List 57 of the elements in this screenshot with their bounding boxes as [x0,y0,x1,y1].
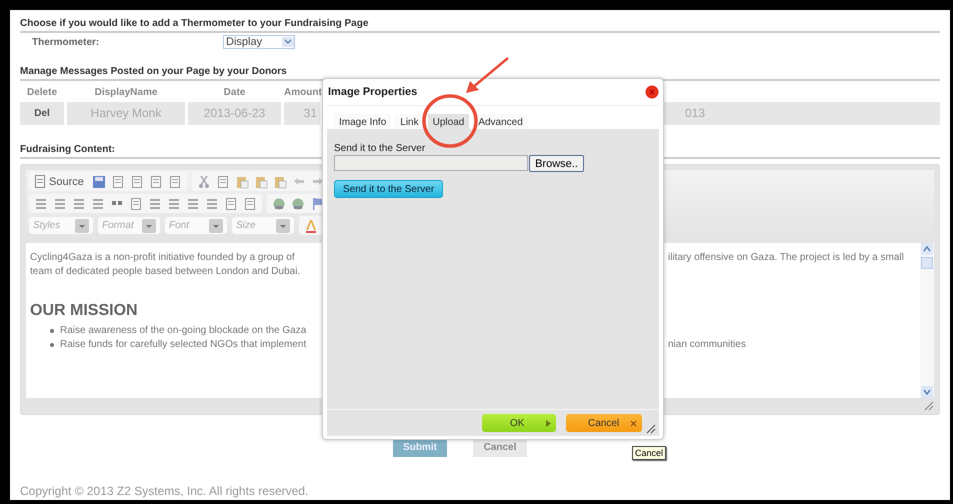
save-icon[interactable] [92,174,106,188]
caret-icon [209,218,223,232]
play-icon [546,420,551,426]
column-header: Date [222,86,246,98]
bullet-icon [50,343,54,347]
resize-grip-icon[interactable] [646,424,656,434]
section-heading: Choose if you would like to add a Thermometer to your Fundraising Page [20,13,940,33]
caret-icon [276,218,290,232]
bullet-item: Raise awareness of the on-going blockade on the Gaza [60,324,306,338]
dialog-tab[interactable]: Link [395,114,424,129]
paragraph-text: ilitary offensive on Gaza. The project is led by a small [668,251,905,265]
dialog-tab[interactable]: Image Info [334,114,392,129]
content-heading: OUR MISSION [30,304,139,318]
scrollbar-thumb[interactable] [921,257,933,269]
table-cell: 31 [284,102,320,125]
document-icon [34,175,46,188]
dialog-tab[interactable]: Upload [428,114,470,129]
paste-word-icon[interactable] [272,174,287,188]
text-color-icon[interactable] [304,218,318,232]
caret-icon [75,218,89,232]
page-icon[interactable] [110,174,125,188]
field-label: Send it to the Server [334,143,426,154]
close-icon [630,420,637,426]
column-header: DisplayName [94,86,158,98]
close-icon[interactable] [645,85,659,99]
resize-grip-icon[interactable] [924,401,934,411]
field-label: Thermometer: [32,36,100,48]
scroll-down-icon[interactable] [921,386,933,398]
dialog-title: Image Properties [328,86,418,98]
browse-button[interactable]: Browse.. [529,155,584,172]
dialog-tab[interactable]: Advanced [473,114,528,129]
caret-icon [142,218,156,232]
copyright-text: Copyright © 2013 Z2 Systems, Inc. All rights reserved. [20,484,310,498]
thermometer-select[interactable]: Display [223,35,295,49]
file-path-field[interactable] [334,155,528,171]
cut-icon[interactable] [196,174,211,188]
paragraph-text: nian communities [668,338,747,352]
flag-icon[interactable] [310,196,324,210]
bullet-item: Raise funds for carefully selected NGOs that implement [60,338,306,352]
paste-icon[interactable] [234,174,249,188]
paste-text-icon[interactable] [254,174,268,188]
column-header: Delete [26,86,58,98]
delete-link[interactable]: Del [20,102,64,125]
table-cell: 2013-06-23 [188,102,281,125]
table-cell: Harvey Monk [67,102,185,125]
paragraph-text: team of dedicated people based between London and Dubai. [30,265,302,279]
send-button[interactable]: Send it to the Server [334,180,444,198]
scrollbar[interactable] [920,243,934,398]
ok-button[interactable]: OK [482,414,556,432]
bullet-icon [50,329,54,333]
scroll-up-icon[interactable] [921,243,933,255]
tooltip: Cancel [632,446,666,460]
caret-icon [282,37,294,47]
paragraph-text: Cycling4Gaza is a non-profit initiative founded by a group of [30,251,296,265]
align-left-icon[interactable] [148,196,162,210]
column-header: Amount [284,86,320,98]
cancel-button[interactable]: Cancel [566,414,642,432]
